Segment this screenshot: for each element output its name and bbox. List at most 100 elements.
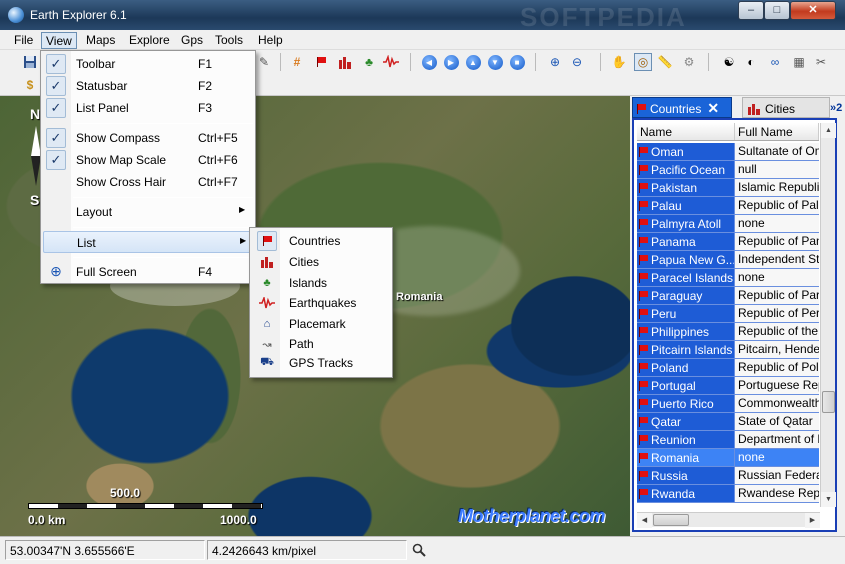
table-row[interactable]: Paracel Islands none (637, 269, 819, 287)
yin-yang-icon[interactable]: ☯ (720, 53, 738, 71)
hscroll-thumb[interactable] (653, 514, 689, 526)
save-icon[interactable] (21, 53, 39, 71)
contrast-icon[interactable]: ◐ (742, 53, 760, 71)
table-row[interactable]: ReunionDepartment of Reunion (637, 431, 819, 449)
scroll-up-icon[interactable]: ▲ (821, 123, 836, 138)
tab-overflow[interactable]: »2 (830, 97, 845, 118)
table-row[interactable]: Peru Republic of Peru (637, 305, 819, 323)
table-row[interactable]: Pacific Ocean null (637, 161, 819, 179)
column-name[interactable]: Name (637, 123, 735, 140)
cell-name: Paraguay (637, 287, 735, 304)
cell-name: Romania (637, 449, 735, 466)
table-row[interactable]: PortugalPortuguese Republic (637, 377, 819, 395)
island-icon: ♣ (263, 277, 271, 289)
table-row[interactable]: PhilippinesRepublic of the Philippines (637, 323, 819, 341)
tools-icon[interactable]: ✂ (812, 53, 830, 71)
menu-item-full-screen[interactable]: ⊕ Full Screen F4 (43, 261, 253, 283)
menu-item-show-compass[interactable]: ✓ Show Compass Ctrl+F5 (43, 127, 253, 149)
pan-right-icon[interactable]: ▶ (442, 53, 460, 71)
scroll-left-icon[interactable]: ◀ (637, 513, 652, 528)
menu-help[interactable]: Help (254, 32, 287, 49)
grid-icon[interactable]: # (288, 53, 306, 71)
submenu-item-gps-tracks[interactable]: ⛟ GPS Tracks (252, 353, 390, 373)
cell-full-name: Commonwealth of Puerto Rico (735, 395, 819, 412)
table-row[interactable]: PanamaRepublic of Panama (637, 233, 819, 251)
vertical-scrollbar[interactable]: ▲ ▼ (820, 123, 836, 507)
menu-maps[interactable]: Maps (82, 32, 119, 49)
submenu-arrow-icon: ▶ (240, 236, 247, 245)
island-icon[interactable]: ♣ (360, 53, 378, 71)
hand-icon[interactable]: ✋ (610, 53, 628, 71)
menu-item-toolbar[interactable]: ✓ Toolbar F1 (43, 53, 253, 75)
menu-item-statusbar[interactable]: ✓ Statusbar F2 (43, 75, 253, 97)
menu-tools[interactable]: Tools (211, 32, 247, 49)
search-icon[interactable] (408, 540, 430, 560)
cell-full-name: Sultanate of Oman (735, 143, 819, 160)
menu-item-show-map-scale[interactable]: ✓ Show Map Scale Ctrl+F6 (43, 149, 253, 171)
close-button[interactable]: ✕ (790, 1, 836, 20)
submenu-item-cities[interactable]: Cities (252, 252, 390, 272)
menu-item-show-cross-hair[interactable]: Show Cross Hair Ctrl+F7 (43, 171, 253, 193)
table-row[interactable]: Palmyra Atoll none (637, 215, 819, 233)
submenu-item-countries[interactable]: Countries (252, 231, 390, 251)
zoom-out-icon[interactable]: ⊖ (568, 53, 586, 71)
brush-icon[interactable]: ✎ (255, 53, 273, 71)
crosshair-icon[interactable]: ◎ (634, 53, 652, 71)
table-row[interactable]: Pitcairn IslandsPitcairn, Henderson (637, 341, 819, 359)
menu-file[interactable]: File (10, 32, 37, 49)
minimize-button[interactable]: – (738, 1, 764, 20)
city-icon (748, 103, 760, 115)
scroll-thumb[interactable] (822, 391, 835, 413)
table-row[interactable]: RwandaRwandese Republic (637, 485, 819, 503)
table-row[interactable]: OmanSultanate of Oman (637, 143, 819, 161)
table-row[interactable]: Puerto RicoCommonwealth of Puerto Rico (637, 395, 819, 413)
table-row[interactable]: PakistanIslamic Republic of Pakistan (637, 179, 819, 197)
menu-view[interactable]: View (41, 32, 77, 49)
pan-left-icon[interactable]: ◀ (420, 53, 438, 71)
table-row[interactable]: ParaguayRepublic of Paraguay (637, 287, 819, 305)
table-row[interactable]: RussiaRussian Federation (637, 467, 819, 485)
horizontal-scrollbar[interactable]: ◀ ▶ (637, 512, 820, 528)
submenu-item-path[interactable]: ↝ Path (252, 334, 390, 354)
list-panel: Countries ✕ Cities »2 Name Full Name Oma… (630, 96, 845, 536)
motherplanet-logo[interactable]: Motherplanet.com (458, 506, 606, 527)
city-icon[interactable] (336, 53, 354, 71)
cell-name: Rwanda (637, 485, 735, 502)
ruler-icon[interactable]: 📏 (656, 53, 674, 71)
map-label-romania[interactable]: Romania (396, 291, 442, 303)
table-row[interactable]: PalauRepublic of Palau (637, 197, 819, 215)
menu-item-list-panel[interactable]: ✓ List Panel F3 (43, 97, 253, 119)
cell-full-name: Republic of Palau (735, 197, 819, 214)
table-row[interactable]: Romania none (637, 449, 819, 467)
dollar-icon[interactable]: $ (21, 76, 39, 94)
menu-item-list[interactable]: List ▶ (43, 231, 253, 253)
table-row[interactable]: Papua New G...Independent State of Papua… (637, 251, 819, 269)
submenu-item-placemark[interactable]: ⌂ Placemark (252, 314, 390, 334)
stop-icon[interactable]: ■ (508, 53, 526, 71)
menu-gps[interactable]: Gps (177, 32, 207, 49)
settings-gear-icon[interactable]: ⚙ (680, 53, 698, 71)
submenu-item-islands[interactable]: ♣ Islands (252, 273, 390, 293)
table-row[interactable]: Qatar State of Qatar (637, 413, 819, 431)
zoom-in-icon[interactable]: ⊕ (546, 53, 564, 71)
earthquake-icon[interactable] (382, 53, 400, 71)
submenu-item-earthquakes[interactable]: Earthquakes (252, 293, 390, 313)
globe-icon[interactable] (8, 7, 24, 23)
pan-up-icon[interactable]: ▲ (464, 53, 482, 71)
binoculars-icon[interactable]: ∞ (766, 53, 784, 71)
country-flag-icon[interactable] (312, 53, 330, 71)
tab-cities[interactable]: Cities (742, 97, 830, 118)
column-full-name[interactable]: Full Name (735, 123, 819, 140)
tab-countries[interactable]: Countries ✕ (632, 97, 732, 118)
calculator-icon[interactable]: ▦ (790, 53, 808, 71)
menu-item-layout[interactable]: Layout ▶ (43, 201, 253, 223)
cell-name: Russia (637, 467, 735, 484)
scroll-right-icon[interactable]: ▶ (805, 513, 820, 528)
submenu-arrow-icon: ▶ (239, 205, 246, 214)
maximize-button[interactable]: □ (764, 1, 790, 20)
pan-down-icon[interactable]: ▼ (486, 53, 504, 71)
close-tab-icon[interactable]: ✕ (707, 100, 719, 117)
scroll-down-icon[interactable]: ▼ (821, 492, 836, 507)
table-row[interactable]: PolandRepublic of Poland (637, 359, 819, 377)
menu-explore[interactable]: Explore (125, 32, 174, 49)
